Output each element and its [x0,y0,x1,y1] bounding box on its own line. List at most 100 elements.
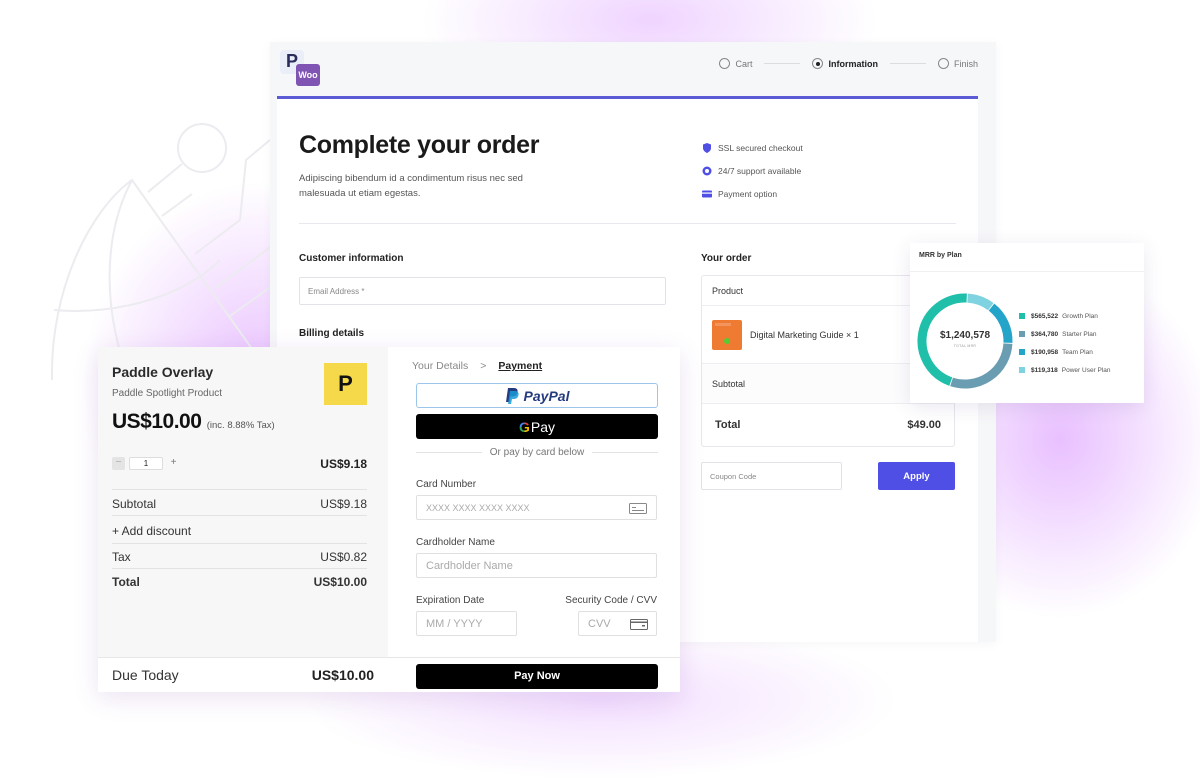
paypal-label: PayPal [524,388,570,404]
gpay-label: Pay [530,418,555,435]
decrease-quantity-button[interactable]: − [112,457,125,470]
step-finish[interactable]: Finish [937,58,978,69]
overlay-title: Paddle Overlay [112,364,214,380]
tax-note: (inc. 8.88% Tax) [206,420,275,431]
card-number-label: Card Number [416,479,477,490]
total-row: Total $49.00 [702,404,954,446]
legend-label: Team Plan [1062,348,1093,356]
breadcrumb-your-details[interactable]: Your Details [412,360,468,372]
divider [112,543,367,544]
legend-item: $565,522 Growth Plan [1019,307,1111,325]
price-value: US$10.00 [112,410,202,433]
step-label: Cart [735,58,753,69]
pay-now-button[interactable]: Pay Now [416,664,658,689]
paddle-overlay-checkout: Paddle Overlay Paddle Spotlight Product … [98,347,680,692]
step-connector [764,63,801,64]
card-number-input[interactable]: XXXX XXXX XXXX XXXX [416,495,657,520]
line-price: US$9.18 [320,457,367,471]
divider-text: Or pay by card below [489,447,585,458]
expiration-date-label: Expiration Date [416,595,485,606]
radio-selected-icon [812,58,824,69]
cardholder-name-label: Cardholder Name [416,537,495,548]
summary-label: Total [112,575,140,589]
feature-item: 24/7 support available [702,159,803,182]
legend-swatch [1019,331,1025,337]
feature-item: Payment option [702,182,803,205]
feature-label: 24/7 support available [718,165,802,176]
expiration-date-input[interactable]: MM / YYYY [416,611,517,636]
cardholder-name-input[interactable]: Cardholder Name [416,553,657,578]
cvv-label: Security Code / CVV [565,595,657,606]
legend-label: Starter Plan [1062,330,1097,338]
globe-illustration [50,123,281,380]
price: US$10.00 (inc. 8.88% Tax) [112,410,275,434]
legend-swatch [1019,313,1025,319]
total-mrr-label: TOTAL MRR [953,344,977,348]
checkout-steps: Cart Information Finish [719,58,978,69]
subtotal-row: Subtotal US$9.18 [112,493,367,511]
legend-value: $364,780 [1031,330,1059,338]
legend-item: $190,958 Team Plan [1019,343,1111,361]
legend-item: $364,780 Starter Plan [1019,325,1111,343]
step-label: Finish [953,58,978,69]
customer-info-heading: Customer information [299,253,404,264]
payment-panel: Your Details > Payment PayPal G Pay Or p… [388,347,680,692]
mrr-card: MRR by Plan $1,240,578 TOTAL MRR $565,52… [910,243,1144,403]
feature-label: SSL secured checkout [718,142,803,153]
legend-swatch [1019,367,1025,373]
your-order-heading: Your order [701,253,752,264]
step-connector [889,63,926,64]
breadcrumb: Your Details > Payment [412,360,542,372]
step-label: Information [828,58,878,69]
product-name: Digital Marketing Guide × 1 [750,329,859,340]
increase-quantity-button[interactable]: + [167,457,180,470]
feature-list: SSL secured checkout 24/7 support availa… [702,136,803,205]
email-input[interactable]: Email Address * [299,277,666,305]
legend-label: Power User Plan [1061,366,1111,374]
legend-label: Growth Plan [1062,312,1098,320]
product-thumbnail [712,319,742,350]
paypal-text: PayPal [523,387,570,404]
step-cart[interactable]: Cart [719,58,752,69]
google-pay-button[interactable]: G Pay [416,414,658,439]
divider [112,515,367,516]
summary-label: Subtotal [112,497,157,511]
card-icon [702,190,712,197]
shield-icon [703,142,711,153]
legend-value: $119,318 [1031,366,1058,374]
apply-coupon-button[interactable]: Apply [878,462,955,490]
total-label: Total [715,419,741,431]
total-row: Total US$10.00 [112,571,367,589]
legend-swatch [1019,349,1025,355]
due-today-bar: Due Today US$10.00 [98,657,388,692]
summary-value: US$10.00 [313,575,367,589]
divider [910,271,1144,272]
billing-heading: Billing details [299,328,365,339]
divider [388,657,680,658]
due-value: US$10.00 [311,667,374,683]
tax-row: Tax US$0.82 [112,546,367,564]
summary-label: Tax [112,550,131,564]
card-number-placeholder: XXXX XXXX XXXX XXXX [426,503,530,513]
radio-icon [937,58,949,69]
summary-label[interactable]: + Add discount [112,524,191,538]
card-icon [630,619,648,630]
donut-slice-power-user-plan [967,293,994,311]
paypal-button[interactable]: PayPal [416,383,658,408]
page-subtitle: Adipiscing bibendum id a condimentum ris… [299,173,523,199]
paddle-logo-icon: P [324,363,367,405]
donut-slice-starter-plan [950,343,1013,389]
quantity-input[interactable]: 1 [129,457,163,470]
add-discount-link[interactable]: + Add discount [112,520,367,538]
divider [112,489,367,490]
step-information[interactable]: Information [812,58,878,69]
or-divider: Or pay by card below [416,447,658,458]
legend-value: $190,958 [1031,348,1059,356]
woo-logo-icon: Woo [296,64,320,86]
cvv-input[interactable]: CVV [578,611,657,636]
brand-logo: P Woo [280,50,322,88]
card-icon [629,503,647,514]
order-summary-panel: Paddle Overlay Paddle Spotlight Product … [98,347,388,692]
chevron-right-icon: > [480,360,487,372]
coupon-input[interactable]: Coupon Code [701,462,842,490]
